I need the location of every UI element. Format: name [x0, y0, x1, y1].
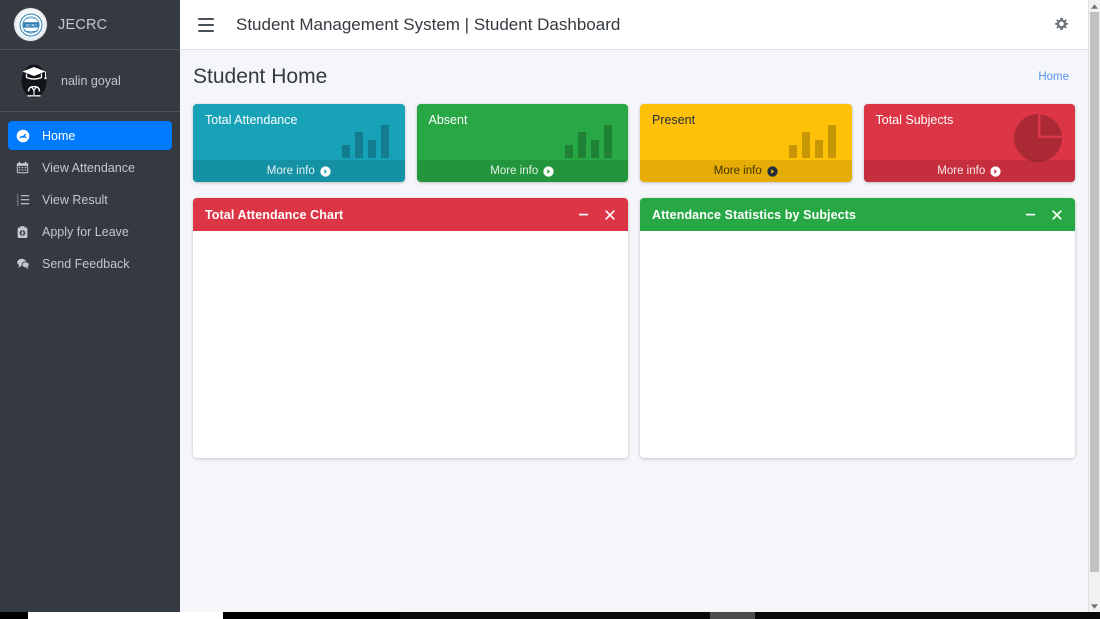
sidebar-item-view-result[interactable]: 1 2 3 View Result — [8, 185, 172, 214]
card-body-attendance-statistics — [640, 231, 1075, 458]
info-box-label: Total Attendance — [205, 113, 393, 128]
card-title: Total Attendance Chart — [205, 208, 343, 222]
more-info-label: More info — [937, 165, 985, 177]
student-dashboard-page: JECRC JECRC — [0, 0, 1100, 619]
brand-header[interactable]: JECRC JECRC — [0, 0, 180, 50]
info-box-total-attendance[interactable]: Total Attendance More info — [193, 104, 405, 182]
comments-icon — [16, 257, 36, 270]
graduate-avatar-icon — [16, 61, 52, 101]
content-wrapper: Student Management System | Student Dash… — [180, 0, 1088, 612]
jecrc-emblem-icon: JECRC — [14, 8, 47, 41]
taskbar-segment-grey — [710, 612, 755, 619]
info-box-label: Absent — [429, 113, 617, 128]
info-box-inner: Total Attendance — [193, 104, 405, 128]
sidebar-nav: Home Vi — [0, 112, 180, 278]
sidebar-item-view-attendance[interactable]: View Attendance — [8, 153, 172, 182]
info-box-absent[interactable]: Absent More info — [417, 104, 629, 182]
info-box-label: Present — [652, 113, 840, 128]
more-info-label: More info — [714, 165, 762, 177]
info-box-inner: Present — [640, 104, 852, 128]
sidebar-item-label: View Attendance — [42, 161, 135, 175]
info-box-label: Total Subjects — [876, 113, 1064, 128]
content-area: Total Attendance More info — [180, 104, 1088, 458]
close-icon[interactable] — [1050, 208, 1063, 221]
info-box-inner: Absent — [417, 104, 629, 128]
info-box-inner: Total Subjects — [864, 104, 1076, 128]
list-ol-icon: 1 2 3 — [16, 193, 36, 206]
card-body-attendance-chart — [193, 231, 628, 458]
sidebar: JECRC JECRC — [0, 0, 180, 612]
user-panel[interactable]: nalin goyal — [0, 50, 180, 112]
content-header: Student Home Home — [180, 50, 1088, 104]
page-scrollbar[interactable] — [1088, 0, 1100, 612]
sidebar-item-home[interactable]: Home — [8, 121, 172, 150]
svg-text:JECRC: JECRC — [25, 23, 37, 27]
svg-text:3: 3 — [17, 201, 20, 206]
sidebar-item-label: View Result — [42, 193, 108, 207]
more-info-label: More info — [490, 165, 538, 177]
scroll-up-arrow-icon[interactable] — [1089, 0, 1100, 12]
sidebar-item-label: Send Feedback — [42, 257, 130, 271]
brand-title: JECRC — [58, 17, 107, 33]
close-icon[interactable] — [603, 208, 616, 221]
more-info-label: More info — [267, 165, 315, 177]
page-title: Student Home — [193, 65, 327, 89]
sidebar-item-label: Home — [42, 129, 75, 143]
minus-icon[interactable] — [577, 208, 590, 221]
card-tools — [1024, 208, 1063, 221]
arrow-circle-right-icon — [320, 166, 331, 177]
scrollbar-track[interactable] — [1089, 12, 1100, 600]
info-box-more-info[interactable]: More info — [193, 160, 405, 182]
arrow-circle-right-icon — [543, 166, 554, 177]
sidebar-item-send-feedback[interactable]: Send Feedback — [8, 249, 172, 278]
clipboard-icon — [16, 225, 36, 239]
os-taskbar-strip — [0, 612, 1100, 619]
minus-icon[interactable] — [1024, 208, 1037, 221]
arrow-circle-right-icon — [990, 166, 1001, 177]
info-box-more-info[interactable]: More info — [640, 160, 852, 182]
hamburger-icon[interactable] — [198, 18, 214, 32]
panel-row: Total Attendance Chart — [193, 198, 1075, 458]
arrow-circle-right-icon — [767, 166, 778, 177]
info-box-present[interactable]: Present More info — [640, 104, 852, 182]
card-header: Total Attendance Chart — [193, 198, 628, 231]
info-box-row: Total Attendance More info — [193, 104, 1075, 182]
user-name: nalin goyal — [61, 74, 121, 88]
gear-icon[interactable] — [1048, 12, 1074, 38]
card-total-attendance-chart: Total Attendance Chart — [193, 198, 628, 458]
app-title: Student Management System | Student Dash… — [236, 15, 620, 35]
calendar-icon — [16, 161, 36, 174]
top-navbar: Student Management System | Student Dash… — [180, 0, 1088, 50]
breadcrumb[interactable]: Home — [1038, 71, 1069, 83]
dashboard-icon — [16, 129, 36, 143]
card-title: Attendance Statistics by Subjects — [652, 208, 856, 222]
info-box-more-info[interactable]: More info — [417, 160, 629, 182]
info-box-total-subjects[interactable]: Total Subjects More info — [864, 104, 1076, 182]
info-box-more-info[interactable]: More info — [864, 160, 1076, 182]
scroll-down-arrow-icon[interactable] — [1089, 600, 1100, 612]
card-tools — [577, 208, 616, 221]
card-header: Attendance Statistics by Subjects — [640, 198, 1075, 231]
sidebar-item-apply-for-leave[interactable]: Apply for Leave — [8, 217, 172, 246]
card-attendance-statistics: Attendance Statistics by Subjects — [640, 198, 1075, 458]
scrollbar-thumb[interactable] — [1090, 12, 1099, 572]
taskbar-segment-light — [28, 612, 223, 619]
sidebar-item-label: Apply for Leave — [42, 225, 129, 239]
